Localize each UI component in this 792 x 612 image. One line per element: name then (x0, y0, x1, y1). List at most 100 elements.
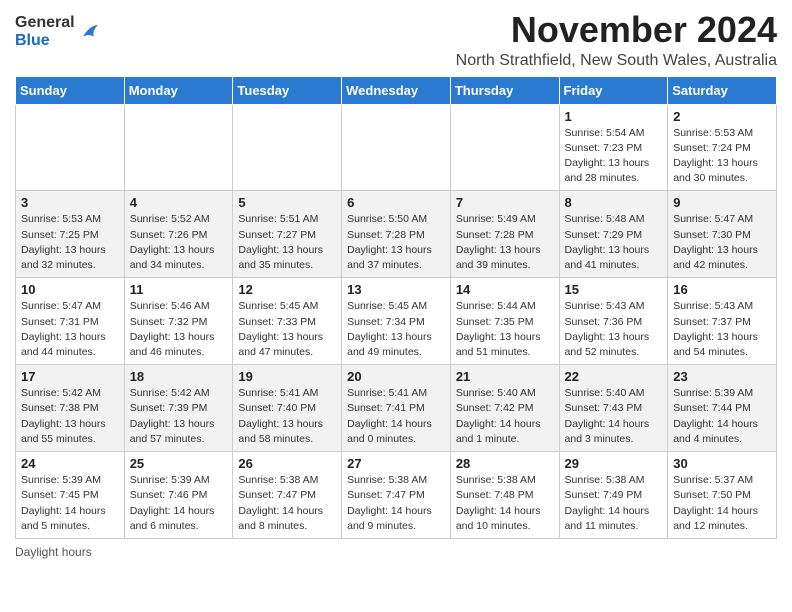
day-cell (124, 104, 233, 191)
day-cell (233, 104, 342, 191)
logo-general: General (15, 14, 75, 32)
day-cell: 7Sunrise: 5:49 AMSunset: 7:28 PMDaylight… (450, 191, 559, 278)
day-number: 3 (21, 195, 119, 210)
day-cell: 12Sunrise: 5:45 AMSunset: 7:33 PMDayligh… (233, 278, 342, 365)
day-number: 14 (456, 282, 554, 297)
weekday-header-wednesday: Wednesday (342, 76, 451, 104)
week-row-4: 17 Sunrise: 5:42 AMSunset: 7:38 PMDayligh… (16, 365, 777, 452)
weekday-header-friday: Friday (559, 76, 668, 104)
weekday-header-thursday: Thursday (450, 76, 559, 104)
day-number: 26 (238, 456, 336, 471)
day-info: Sunrise: 5:52 AMSunset: 7:26 PMDaylight:… (130, 212, 228, 273)
day-info: Sunrise: 5:38 AMSunset: 7:49 PMDaylight:… (565, 473, 663, 534)
day-info: Sunrise: 5:41 AMSunset: 7:40 PMDaylight:… (238, 386, 336, 447)
day-info: Sunrise: 5:38 AMSunset: 7:47 PMDaylight:… (238, 473, 336, 534)
day-cell: 21 Sunrise: 5:40 AMSunset: 7:42 PMDayligh… (450, 365, 559, 452)
day-info: Sunrise: 5:53 AMSunset: 7:24 PMDaylight:… (673, 126, 771, 187)
day-cell: 16Sunrise: 5:43 AMSunset: 7:37 PMDayligh… (668, 278, 777, 365)
day-cell: 2 Sunrise: 5:53 AMSunset: 7:24 PMDaylight… (668, 104, 777, 191)
day-number: 9 (673, 195, 771, 210)
weekday-header-row: SundayMondayTuesdayWednesdayThursdayFrid… (16, 76, 777, 104)
day-number: 27 (347, 456, 445, 471)
day-info: Sunrise: 5:41 AMSunset: 7:41 PMDaylight:… (347, 386, 445, 447)
day-number: 10 (21, 282, 119, 297)
day-number: 17 (21, 369, 119, 384)
title-block: November 2024 North Strathfield, New Sou… (456, 10, 777, 70)
day-info: Sunrise: 5:39 AMSunset: 7:46 PMDaylight:… (130, 473, 228, 534)
day-cell: 28 Sunrise: 5:38 AMSunset: 7:48 PMDayligh… (450, 452, 559, 539)
day-cell: 10 Sunrise: 5:47 AMSunset: 7:31 PMDayligh… (16, 278, 125, 365)
day-cell: 4 Sunrise: 5:52 AMSunset: 7:26 PMDaylight… (124, 191, 233, 278)
week-row-2: 3 Sunrise: 5:53 AMSunset: 7:25 PMDaylight… (16, 191, 777, 278)
day-info: Sunrise: 5:47 AMSunset: 7:31 PMDaylight:… (21, 299, 119, 360)
calendar-table: SundayMondayTuesdayWednesdayThursdayFrid… (15, 76, 777, 539)
day-info: Sunrise: 5:38 AMSunset: 7:48 PMDaylight:… (456, 473, 554, 534)
day-number: 28 (456, 456, 554, 471)
day-info: Sunrise: 5:39 AMSunset: 7:44 PMDaylight:… (673, 386, 771, 447)
day-number: 18 (130, 369, 228, 384)
day-number: 4 (130, 195, 228, 210)
day-number: 19 (238, 369, 336, 384)
day-info: Sunrise: 5:40 AMSunset: 7:42 PMDaylight:… (456, 386, 554, 447)
day-number: 30 (673, 456, 771, 471)
day-cell: 24 Sunrise: 5:39 AMSunset: 7:45 PMDayligh… (16, 452, 125, 539)
day-number: 20 (347, 369, 445, 384)
weekday-header-monday: Monday (124, 76, 233, 104)
day-info: Sunrise: 5:53 AMSunset: 7:25 PMDaylight:… (21, 212, 119, 273)
logo: General Blue (15, 14, 101, 49)
weekday-header-tuesday: Tuesday (233, 76, 342, 104)
day-info: Sunrise: 5:42 AMSunset: 7:38 PMDaylight:… (21, 386, 119, 447)
day-cell: 27 Sunrise: 5:38 AMSunset: 7:47 PMDayligh… (342, 452, 451, 539)
day-cell: 30Sunrise: 5:37 AMSunset: 7:50 PMDayligh… (668, 452, 777, 539)
day-info: Sunrise: 5:42 AMSunset: 7:39 PMDaylight:… (130, 386, 228, 447)
day-info: Sunrise: 5:39 AMSunset: 7:45 PMDaylight:… (21, 473, 119, 534)
header: General Blue November 2024 North Strathf… (15, 10, 777, 70)
day-cell: 25Sunrise: 5:39 AMSunset: 7:46 PMDayligh… (124, 452, 233, 539)
day-info: Sunrise: 5:45 AMSunset: 7:33 PMDaylight:… (238, 299, 336, 360)
week-row-5: 24 Sunrise: 5:39 AMSunset: 7:45 PMDayligh… (16, 452, 777, 539)
day-info: Sunrise: 5:43 AMSunset: 7:36 PMDaylight:… (565, 299, 663, 360)
day-cell: 9 Sunrise: 5:47 AMSunset: 7:30 PMDaylight… (668, 191, 777, 278)
day-cell (16, 104, 125, 191)
day-info: Sunrise: 5:38 AMSunset: 7:47 PMDaylight:… (347, 473, 445, 534)
day-cell: 20 Sunrise: 5:41 AMSunset: 7:41 PMDayligh… (342, 365, 451, 452)
day-info: Sunrise: 5:54 AMSunset: 7:23 PMDaylight:… (565, 126, 663, 187)
subtitle: North Strathfield, New South Wales, Aust… (456, 52, 777, 70)
day-cell: 13Sunrise: 5:45 AMSunset: 7:34 PMDayligh… (342, 278, 451, 365)
day-cell (450, 104, 559, 191)
day-number: 23 (673, 369, 771, 384)
day-number: 11 (130, 282, 228, 297)
day-info: Sunrise: 5:47 AMSunset: 7:30 PMDaylight:… (673, 212, 771, 273)
day-cell: 3 Sunrise: 5:53 AMSunset: 7:25 PMDaylight… (16, 191, 125, 278)
day-number: 1 (565, 109, 663, 124)
day-number: 13 (347, 282, 445, 297)
day-info: Sunrise: 5:40 AMSunset: 7:43 PMDaylight:… (565, 386, 663, 447)
day-number: 2 (673, 109, 771, 124)
day-info: Sunrise: 5:44 AMSunset: 7:35 PMDaylight:… (456, 299, 554, 360)
day-cell: 6Sunrise: 5:50 AMSunset: 7:28 PMDaylight… (342, 191, 451, 278)
day-number: 16 (673, 282, 771, 297)
day-cell: 22 Sunrise: 5:40 AMSunset: 7:43 PMDayligh… (559, 365, 668, 452)
day-number: 15 (565, 282, 663, 297)
logo-blue: Blue (15, 32, 75, 50)
logo-bird-icon (77, 20, 101, 44)
day-cell: 5 Sunrise: 5:51 AMSunset: 7:27 PMDaylight… (233, 191, 342, 278)
day-cell: 23 Sunrise: 5:39 AMSunset: 7:44 PMDayligh… (668, 365, 777, 452)
day-info: Sunrise: 5:48 AMSunset: 7:29 PMDaylight:… (565, 212, 663, 273)
day-number: 8 (565, 195, 663, 210)
day-cell (342, 104, 451, 191)
day-number: 22 (565, 369, 663, 384)
footer-note: Daylight hours (15, 545, 777, 559)
day-cell: 1 Sunrise: 5:54 AMSunset: 7:23 PMDaylight… (559, 104, 668, 191)
day-cell: 18 Sunrise: 5:42 AMSunset: 7:39 PMDayligh… (124, 365, 233, 452)
day-number: 5 (238, 195, 336, 210)
day-cell: 11Sunrise: 5:46 AMSunset: 7:32 PMDayligh… (124, 278, 233, 365)
weekday-header-saturday: Saturday (668, 76, 777, 104)
weekday-header-sunday: Sunday (16, 76, 125, 104)
day-cell: 29Sunrise: 5:38 AMSunset: 7:49 PMDayligh… (559, 452, 668, 539)
day-info: Sunrise: 5:51 AMSunset: 7:27 PMDaylight:… (238, 212, 336, 273)
day-number: 24 (21, 456, 119, 471)
day-number: 21 (456, 369, 554, 384)
day-info: Sunrise: 5:49 AMSunset: 7:28 PMDaylight:… (456, 212, 554, 273)
main-title: November 2024 (456, 10, 777, 50)
